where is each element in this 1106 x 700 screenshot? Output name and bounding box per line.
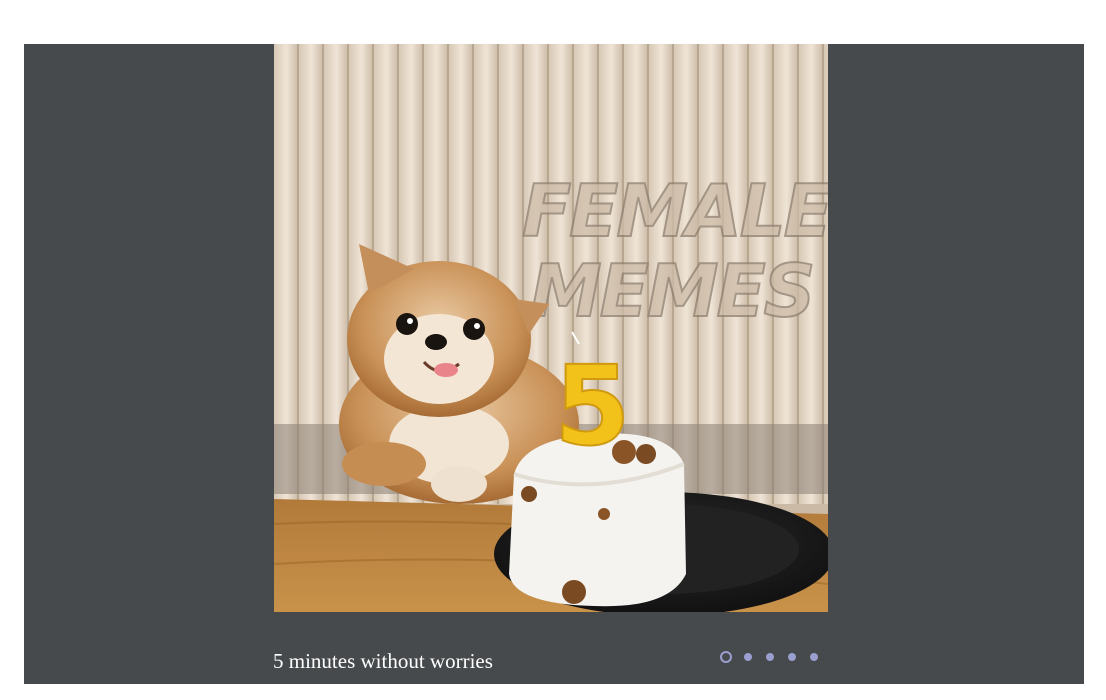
dog-birthday-photo: FEMALE MEMES 5 [274, 44, 828, 612]
svg-text:5: 5 [554, 342, 631, 470]
image-slider: FEMALE MEMES 5 5 minutes without worries [24, 44, 1084, 684]
slide-dot-2[interactable] [744, 653, 752, 661]
slide-image[interactable]: FEMALE MEMES 5 [274, 44, 828, 612]
page: FEMALE MEMES 5 5 minutes without worries [0, 0, 1106, 700]
slide-dot-1[interactable] [720, 651, 732, 663]
slider-pagination [720, 650, 818, 664]
svg-text:FEMALE: FEMALE [522, 169, 828, 253]
slide-caption: 5 minutes without worries [273, 649, 493, 673]
slide-dot-3[interactable] [766, 653, 774, 661]
slide-dot-5[interactable] [810, 653, 818, 661]
candle-five: 5 [553, 331, 632, 471]
slide-dot-4[interactable] [788, 653, 796, 661]
svg-text:MEMES: MEMES [530, 249, 814, 333]
watermark: FEMALE MEMES [521, 168, 828, 334]
